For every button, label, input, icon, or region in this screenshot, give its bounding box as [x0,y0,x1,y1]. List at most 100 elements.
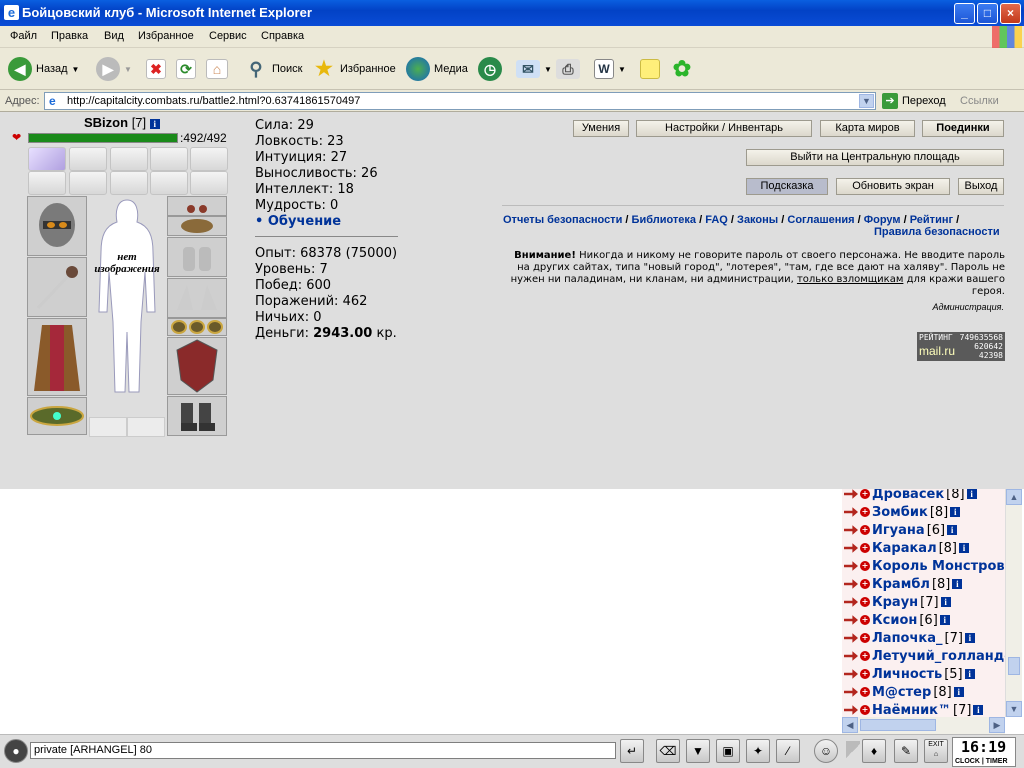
tab-icon[interactable]: ⁄ [776,739,800,763]
link-laws[interactable]: Законы [737,214,778,226]
exit-button[interactable]: Выход [958,178,1004,195]
chat-user-row[interactable]: + Крамбл [8] i [844,575,963,593]
empty-slot-right[interactable] [127,417,165,437]
info-icon[interactable]: i [964,633,975,643]
hint-button[interactable]: Подсказка [746,178,828,195]
chat-user-name[interactable]: Ксион [872,613,917,628]
amulet-slot[interactable] [167,216,227,236]
forward-button[interactable]: ▶ ▼ [96,54,132,84]
scroll-right-icon[interactable]: ▶ [989,717,1005,733]
go-button[interactable]: ➔ Переход [882,92,946,110]
chat-user-row[interactable]: + Дровасек [8] i [844,489,977,503]
info-icon[interactable]: i [952,579,963,589]
character-name[interactable]: SBizon [7] i [84,115,160,130]
info-icon[interactable]: i [950,507,961,517]
links-label[interactable]: Ссылки [960,95,999,107]
info-icon[interactable]: i [953,687,964,697]
chat-user-row[interactable]: + Краун [7] i [844,593,951,611]
back-button[interactable]: ◀ Назад ▼ [8,54,79,84]
scroll-slot-8[interactable] [110,171,148,195]
home-button[interactable]: ⌂ [206,54,228,84]
scroll-left-icon[interactable]: ◀ [842,717,858,733]
chevron-down-icon[interactable]: ▼ [124,65,132,74]
chat-user-row[interactable]: + Ксион [6] i [844,611,950,629]
private-arrow-icon[interactable] [844,525,858,535]
private-arrow-icon[interactable] [844,687,858,697]
chat-menu-icon[interactable]: ● [4,739,28,763]
scroll-slot-3[interactable] [110,147,148,171]
link-faq[interactable]: FAQ [705,214,728,226]
search-button[interactable]: ⚲ Поиск [244,54,302,84]
scroll-up-icon[interactable]: ▲ [1006,489,1022,505]
chat-user-name[interactable]: Наёмник™ [872,703,951,718]
chevron-down-icon[interactable]: ▼ [544,65,552,74]
private-arrow-icon[interactable] [844,597,858,607]
eraser-icon[interactable]: ⌫ [656,739,680,763]
settings-button[interactable]: Настройки / Инвентарь [636,120,812,137]
mail-button[interactable]: ✉ ▼ [516,54,552,84]
central-square-button[interactable]: Выйти на Центральную площадь [746,149,1004,166]
info-icon[interactable]: i [149,118,160,129]
info-icon[interactable]: i [973,705,984,715]
gloves-slot[interactable] [167,278,227,318]
info-icon[interactable]: i [947,525,958,535]
close-button[interactable]: × [1000,3,1021,24]
chat-user-name[interactable]: М@стер [872,685,931,700]
stop-button[interactable]: ✖ [146,54,166,84]
scroll-slot-2[interactable] [69,147,107,171]
belt-slot[interactable] [27,397,87,435]
chat-user-name[interactable]: Каракал [872,541,937,556]
bag-icon[interactable]: ♦ [862,739,886,763]
chat-user-row[interactable]: + Личность [5] i [844,665,975,683]
scroll-slot-10[interactable] [190,171,228,195]
link-agreements[interactable]: Соглашения [787,214,854,226]
private-arrow-icon[interactable] [844,489,858,499]
info-icon[interactable]: i [964,669,975,679]
chat-user-row[interactable]: +Король Монстровi [844,557,1005,575]
menu-view[interactable]: Вид [104,30,124,42]
bracers-slot[interactable] [167,237,227,277]
scroll-slot-1[interactable] [28,147,66,171]
maximize-button[interactable]: □ [977,3,998,24]
chat-user-name[interactable]: Король Монстров [872,559,1005,574]
private-arrow-icon[interactable] [844,705,858,715]
boots-slot[interactable] [167,396,227,436]
chat-user-name[interactable]: Дровасек [872,489,944,502]
person-icon[interactable]: ✦ [746,739,770,763]
smiley-icon[interactable]: ☺ [814,739,838,763]
chat-input[interactable]: private [ARHANGEL] 80 [30,742,616,759]
enter-icon[interactable]: ↵ [620,739,644,763]
scroll-slot-6[interactable] [28,171,66,195]
duels-button[interactable]: Поединки [922,120,1004,137]
private-arrow-icon[interactable] [844,543,858,553]
info-icon[interactable]: i [959,543,970,553]
minimize-button[interactable]: _ [954,3,975,24]
history-button[interactable]: ◷ [478,54,502,84]
chat-user-name[interactable]: Игуана [872,523,925,538]
chat-user-row[interactable]: + М@стер [8] i [844,683,964,701]
chat-user-row[interactable]: + Игуана [6] i [844,521,958,539]
chat-user-row[interactable]: + Лапочка_ [7] i [844,629,975,647]
edit-button[interactable]: W ▼ [594,54,626,84]
weapon-slot[interactable] [27,257,87,317]
chat-user-name[interactable]: Краун [872,595,918,610]
menu-edit[interactable]: Правка [51,30,88,42]
armor-slot[interactable] [27,318,87,396]
chevron-down-icon[interactable]: ▼ [859,94,874,108]
chevron-down-icon[interactable]: ▼ [72,65,80,74]
print-button[interactable]: ⎙ [556,54,580,84]
info-icon[interactable]: i [939,615,950,625]
menu-tools[interactable]: Сервис [209,30,247,42]
tool-icon[interactable]: ✎ [894,739,918,763]
earrings-slot[interactable] [167,196,227,216]
refresh-button[interactable]: ⟳ [176,54,196,84]
shield-slot[interactable] [167,337,227,395]
map-button[interactable]: Карта миров [820,120,915,137]
scroll-down-icon[interactable]: ▼ [1006,701,1022,717]
private-arrow-icon[interactable] [844,615,858,625]
filter-icon[interactable]: ▼ [686,739,710,763]
chevron-down-icon[interactable]: ▼ [618,65,626,74]
chat-user-name[interactable]: Личность [872,667,942,682]
chat-user-name[interactable]: Летучий_голландец [872,649,1005,664]
scroll-thumb[interactable] [1008,657,1020,675]
